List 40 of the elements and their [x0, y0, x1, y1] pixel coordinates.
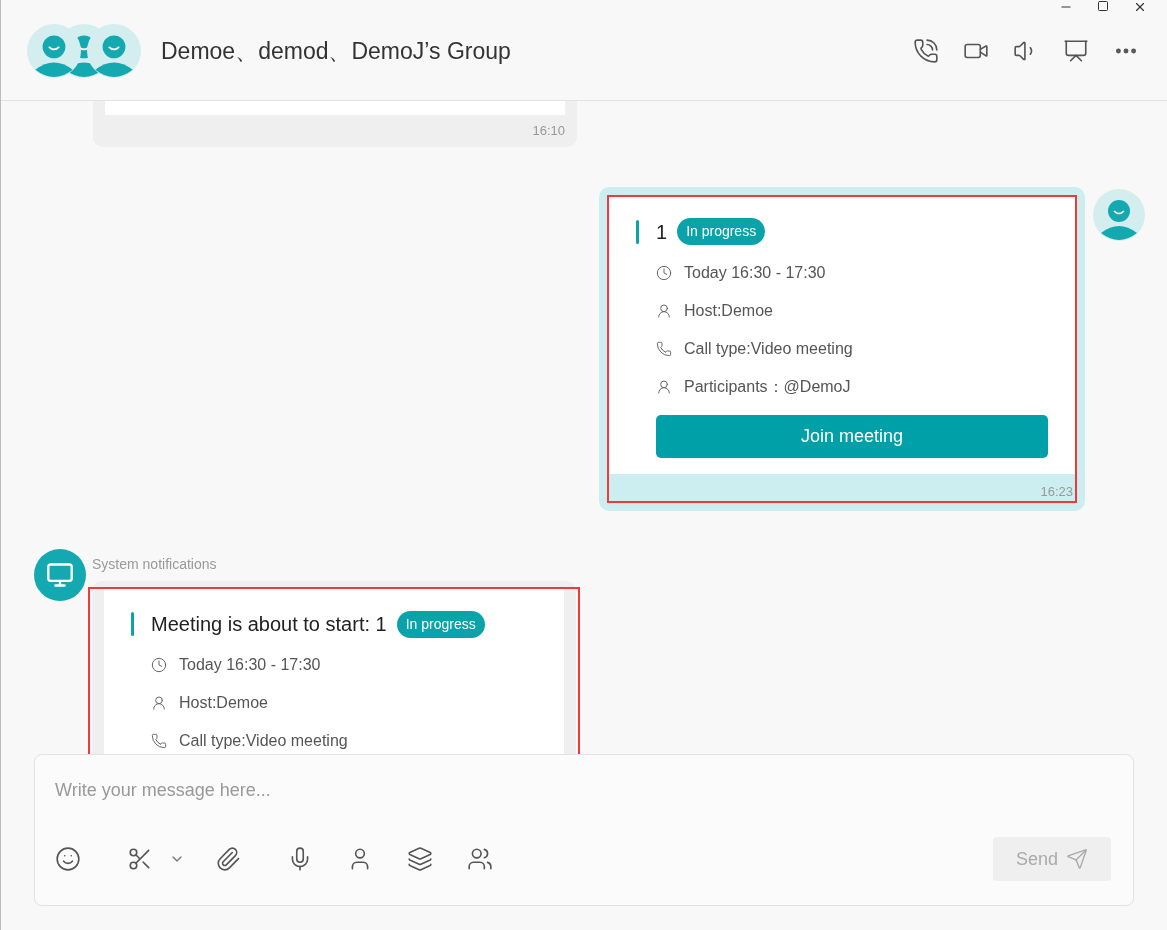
chat-title: Demoe、demod、DemoJ’s Group — [161, 36, 511, 66]
group-icon[interactable] — [467, 846, 493, 872]
meeting-title: Meeting is about to start: 1 — [151, 612, 387, 637]
person-icon — [151, 695, 167, 711]
maximize-icon[interactable] — [1097, 0, 1109, 12]
meeting-detail: Host:Demoe — [179, 693, 268, 713]
accent-bar — [131, 612, 134, 636]
meeting-detail: Call type:Video meeting — [684, 338, 853, 359]
message-input[interactable]: Write your message here... — [55, 777, 1113, 804]
phone-call-icon[interactable] — [913, 38, 939, 64]
user-avatar — [1093, 188, 1145, 241]
message-time: 16:10 — [532, 122, 565, 140]
join-meeting-button[interactable]: Join meeting — [656, 414, 1048, 458]
phone-icon — [656, 340, 672, 357]
close-icon[interactable] — [1133, 0, 1147, 14]
emoji-icon[interactable] — [55, 846, 81, 872]
message-time: 16:23 — [1040, 482, 1074, 501]
person-icon — [656, 302, 672, 319]
phone-icon — [151, 733, 167, 749]
send-icon — [1066, 848, 1088, 870]
screen-share-icon[interactable] — [1063, 38, 1089, 64]
meeting-detail: Today 16:30 - 17:30 — [684, 262, 826, 283]
person-icon — [656, 378, 672, 395]
accent-bar — [636, 219, 639, 244]
meeting-detail: Host:Demoe — [684, 300, 773, 321]
meeting-detail: Call type:Video meeting — [179, 731, 348, 751]
meeting-title: 1 — [656, 219, 668, 245]
status-badge: In progress — [396, 610, 485, 638]
send-button[interactable]: Send — [993, 837, 1111, 881]
group-avatar — [27, 24, 81, 78]
meeting-detail: Today 16:30 - 17:30 — [179, 655, 321, 675]
paperclip-icon[interactable] — [215, 846, 241, 872]
layers-icon[interactable] — [407, 846, 433, 872]
meeting-detail: Participants：@DemoJ — [684, 376, 851, 397]
monitor-avatar — [34, 549, 86, 601]
group-avatar — [87, 24, 141, 78]
clock-icon — [151, 657, 167, 673]
sender-name: System notifications — [92, 555, 218, 574]
status-badge: In progress — [677, 218, 766, 245]
clock-icon — [656, 264, 672, 281]
